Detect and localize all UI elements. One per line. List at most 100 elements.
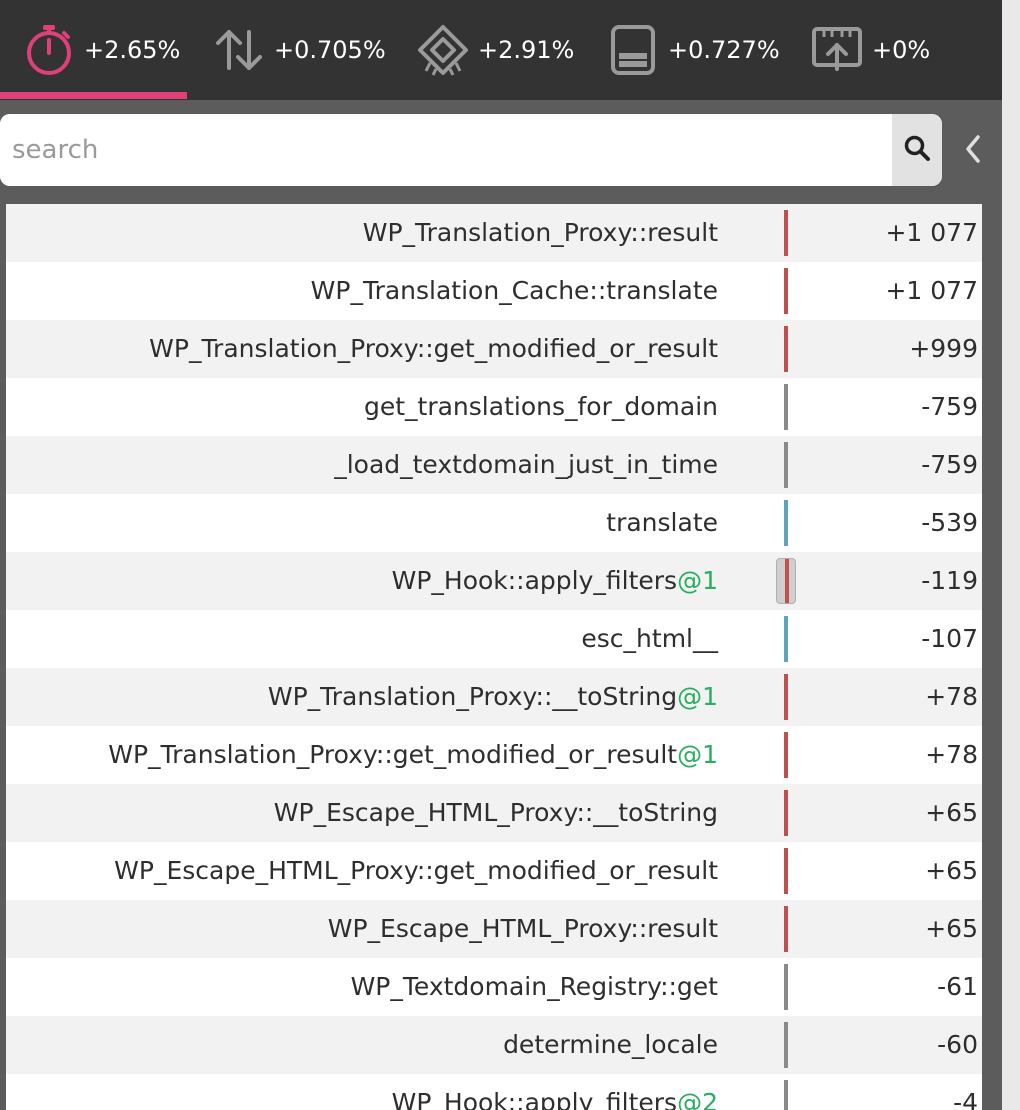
list-item[interactable]: WP_Hook::apply_filters@2 -4 bbox=[6, 1074, 982, 1110]
list-item[interactable]: WP_Textdomain_Registry::get -61 bbox=[6, 958, 982, 1016]
function-name: WP_Escape_HTML_Proxy::result bbox=[328, 900, 718, 958]
list-item[interactable]: WP_Escape_HTML_Proxy::__toString +65 bbox=[6, 784, 982, 842]
tab-io[interactable]: +0.705% bbox=[212, 0, 386, 100]
diff-indicator-bar bbox=[784, 384, 788, 430]
function-name: esc_html__ bbox=[581, 610, 718, 668]
function-name: WP_Translation_Proxy::get_modified_or_re… bbox=[149, 320, 718, 378]
function-name-text: WP_Translation_Cache::translate bbox=[310, 276, 718, 305]
list-item[interactable]: determine_locale -60 bbox=[6, 1016, 982, 1074]
tab-wall-time[interactable]: +2.65% bbox=[22, 0, 180, 100]
function-name: WP_Hook::apply_filters@2 bbox=[392, 1074, 718, 1110]
function-name-text: esc_html__ bbox=[581, 624, 718, 653]
diff-indicator-bar bbox=[784, 616, 788, 662]
list-item[interactable]: WP_Translation_Proxy::__toString@1 +78 bbox=[6, 668, 982, 726]
diff-indicator-bar bbox=[784, 790, 788, 836]
function-name-text: WP_Hook::apply_filters bbox=[391, 566, 678, 595]
diff-indicator-bar bbox=[784, 906, 788, 952]
function-name: WP_Translation_Proxy::get_modified_or_re… bbox=[108, 726, 718, 784]
function-name-text: WP_Escape_HTML_Proxy::get_modified_or_re… bbox=[114, 856, 718, 885]
tab-value: +0% bbox=[872, 36, 931, 64]
diff-value: -759 bbox=[921, 392, 978, 421]
function-name-text: get_translations_for_domain bbox=[363, 392, 718, 421]
tab-value: +0.727% bbox=[668, 36, 780, 64]
diff-value: +1 077 bbox=[885, 218, 978, 247]
diff-value: -539 bbox=[921, 508, 978, 537]
diff-indicator-bar bbox=[784, 1080, 788, 1110]
active-tab-indicator bbox=[0, 92, 187, 99]
list-item[interactable]: translate -539 bbox=[6, 494, 982, 552]
function-name: WP_Translation_Cache::translate bbox=[311, 262, 718, 320]
list-item[interactable]: WP_Escape_HTML_Proxy::get_modified_or_re… bbox=[6, 842, 982, 900]
search-button[interactable] bbox=[892, 114, 942, 186]
diff-indicator-bar bbox=[784, 732, 788, 778]
diff-indicator-bar bbox=[784, 964, 788, 1010]
diff-value: -107 bbox=[921, 624, 978, 653]
function-list: WP_Translation_Proxy::result +1 077 WP_Tra… bbox=[6, 204, 982, 1110]
function-name: WP_Escape_HTML_Proxy::get_modified_or_re… bbox=[114, 842, 718, 900]
network-upload-icon bbox=[810, 23, 864, 77]
function-name-text: WP_Escape_HTML_Proxy::result bbox=[327, 914, 718, 943]
list-item[interactable]: WP_Escape_HTML_Proxy::result +65 bbox=[6, 900, 982, 958]
tab-network[interactable]: +0% bbox=[810, 0, 930, 100]
scrollbar-track[interactable] bbox=[1002, 0, 1020, 1110]
diff-indicator-bar bbox=[784, 326, 788, 372]
tab-cpu[interactable]: +2.91% bbox=[416, 0, 574, 100]
function-name-text: translate bbox=[606, 508, 718, 537]
function-name-text: WP_Textdomain_Registry::get bbox=[350, 972, 718, 1001]
diff-value: +78 bbox=[925, 740, 978, 769]
diff-indicator-bar bbox=[784, 1022, 788, 1068]
diff-value: -60 bbox=[937, 1030, 978, 1059]
function-name: WP_Translation_Proxy::result bbox=[363, 204, 718, 262]
diff-indicator-bar bbox=[784, 674, 788, 720]
stopwatch-icon bbox=[22, 23, 76, 77]
diff-indicator-line bbox=[785, 559, 789, 603]
tab-value: +2.65% bbox=[84, 36, 181, 64]
list-item[interactable]: WP_Translation_Proxy::get_modified_or_re… bbox=[6, 320, 982, 378]
call-depth-suffix: @1 bbox=[677, 740, 718, 769]
tab-value: +2.91% bbox=[478, 36, 575, 64]
metrics-bar: +2.65% +0.705% +2.91% +0.727% +0% bbox=[0, 0, 1002, 100]
function-name-text: WP_Escape_HTML_Proxy::__toString bbox=[273, 798, 718, 827]
function-name: translate bbox=[606, 494, 718, 552]
diff-value: -119 bbox=[921, 566, 978, 595]
function-name-text: WP_Hook::apply_filters bbox=[391, 1088, 678, 1110]
list-item[interactable]: WP_Hook::apply_filters@1 -119 bbox=[6, 552, 982, 610]
diff-value: +65 bbox=[925, 798, 978, 827]
tab-memory[interactable]: +0.727% bbox=[606, 0, 780, 100]
collapse-panel-button[interactable] bbox=[956, 128, 990, 174]
function-name-text: _load_textdomain_just_in_time bbox=[334, 450, 718, 479]
list-item[interactable]: esc_html__ -107 bbox=[6, 610, 982, 668]
function-name: WP_Translation_Proxy::__toString@1 bbox=[268, 668, 718, 726]
list-item[interactable]: get_translations_for_domain -759 bbox=[6, 378, 982, 436]
diff-indicator-bar bbox=[784, 442, 788, 488]
function-name: WP_Hook::apply_filters@1 bbox=[392, 552, 718, 610]
diff-indicator-bar bbox=[784, 848, 788, 894]
storage-icon bbox=[606, 23, 660, 77]
arrows-up-down-icon bbox=[212, 23, 266, 77]
function-name-text: WP_Translation_Proxy::get_modified_or_re… bbox=[108, 740, 678, 769]
function-name: WP_Escape_HTML_Proxy::__toString bbox=[274, 784, 718, 842]
function-name: get_translations_for_domain bbox=[364, 378, 718, 436]
list-item[interactable]: WP_Translation_Proxy::result +1 077 bbox=[6, 204, 982, 262]
function-name: determine_locale bbox=[503, 1016, 718, 1074]
search-box bbox=[0, 114, 942, 186]
diff-value: -4 bbox=[953, 1088, 978, 1110]
list-item[interactable]: WP_Translation_Proxy::get_modified_or_re… bbox=[6, 726, 982, 784]
chevron-left-icon bbox=[963, 133, 983, 169]
function-name-text: determine_locale bbox=[503, 1030, 718, 1059]
diff-value: +1 077 bbox=[885, 276, 978, 305]
search-input[interactable] bbox=[0, 114, 892, 186]
diff-value: -759 bbox=[921, 450, 978, 479]
diff-indicator-bar bbox=[776, 558, 796, 604]
cpu-chip-icon bbox=[416, 23, 470, 77]
call-depth-suffix: @2 bbox=[677, 1088, 718, 1110]
search-icon bbox=[903, 134, 931, 166]
diff-value: +65 bbox=[925, 914, 978, 943]
list-item[interactable]: _load_textdomain_just_in_time -759 bbox=[6, 436, 982, 494]
diff-value: +999 bbox=[909, 334, 978, 363]
list-item[interactable]: WP_Translation_Cache::translate +1 077 bbox=[6, 262, 982, 320]
diff-indicator-bar bbox=[784, 268, 788, 314]
call-depth-suffix: @1 bbox=[677, 566, 718, 595]
function-name-text: WP_Translation_Proxy::__toString bbox=[267, 682, 678, 711]
tab-value: +0.705% bbox=[274, 36, 386, 64]
